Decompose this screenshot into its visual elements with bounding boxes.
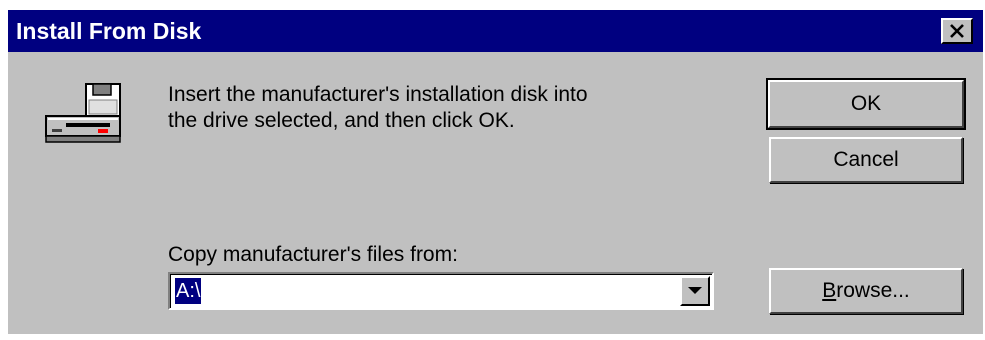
copy-from-value[interactable]: A:\ (175, 278, 202, 304)
message-line-1: Insert the manufacturer's installation d… (168, 83, 588, 106)
close-x-icon (950, 24, 964, 38)
copy-from-label: Copy manufacturer's files from: (168, 243, 458, 266)
window-title: Install From Disk (16, 18, 202, 44)
browse-button[interactable]: Browse... (769, 268, 963, 314)
install-from-disk-dialog: Install From Disk Insert the manufacture… (8, 10, 983, 334)
browse-mnemonic: B (822, 279, 837, 302)
copy-from-combobox[interactable]: A:\ (168, 272, 714, 310)
message-line-2: the drive selected, and then click OK. (168, 109, 515, 132)
instruction-message: Insert the manufacturer's installation d… (168, 82, 748, 134)
dropdown-button[interactable] (680, 276, 710, 306)
ok-button[interactable]: OK (766, 78, 966, 130)
cancel-button[interactable]: Cancel (769, 137, 963, 183)
title-bar: Install From Disk (8, 10, 983, 52)
close-button[interactable] (941, 18, 973, 44)
disk-drive-icon (36, 78, 132, 153)
browse-label-rest: rowse... (836, 279, 910, 302)
chevron-down-icon (688, 287, 702, 294)
